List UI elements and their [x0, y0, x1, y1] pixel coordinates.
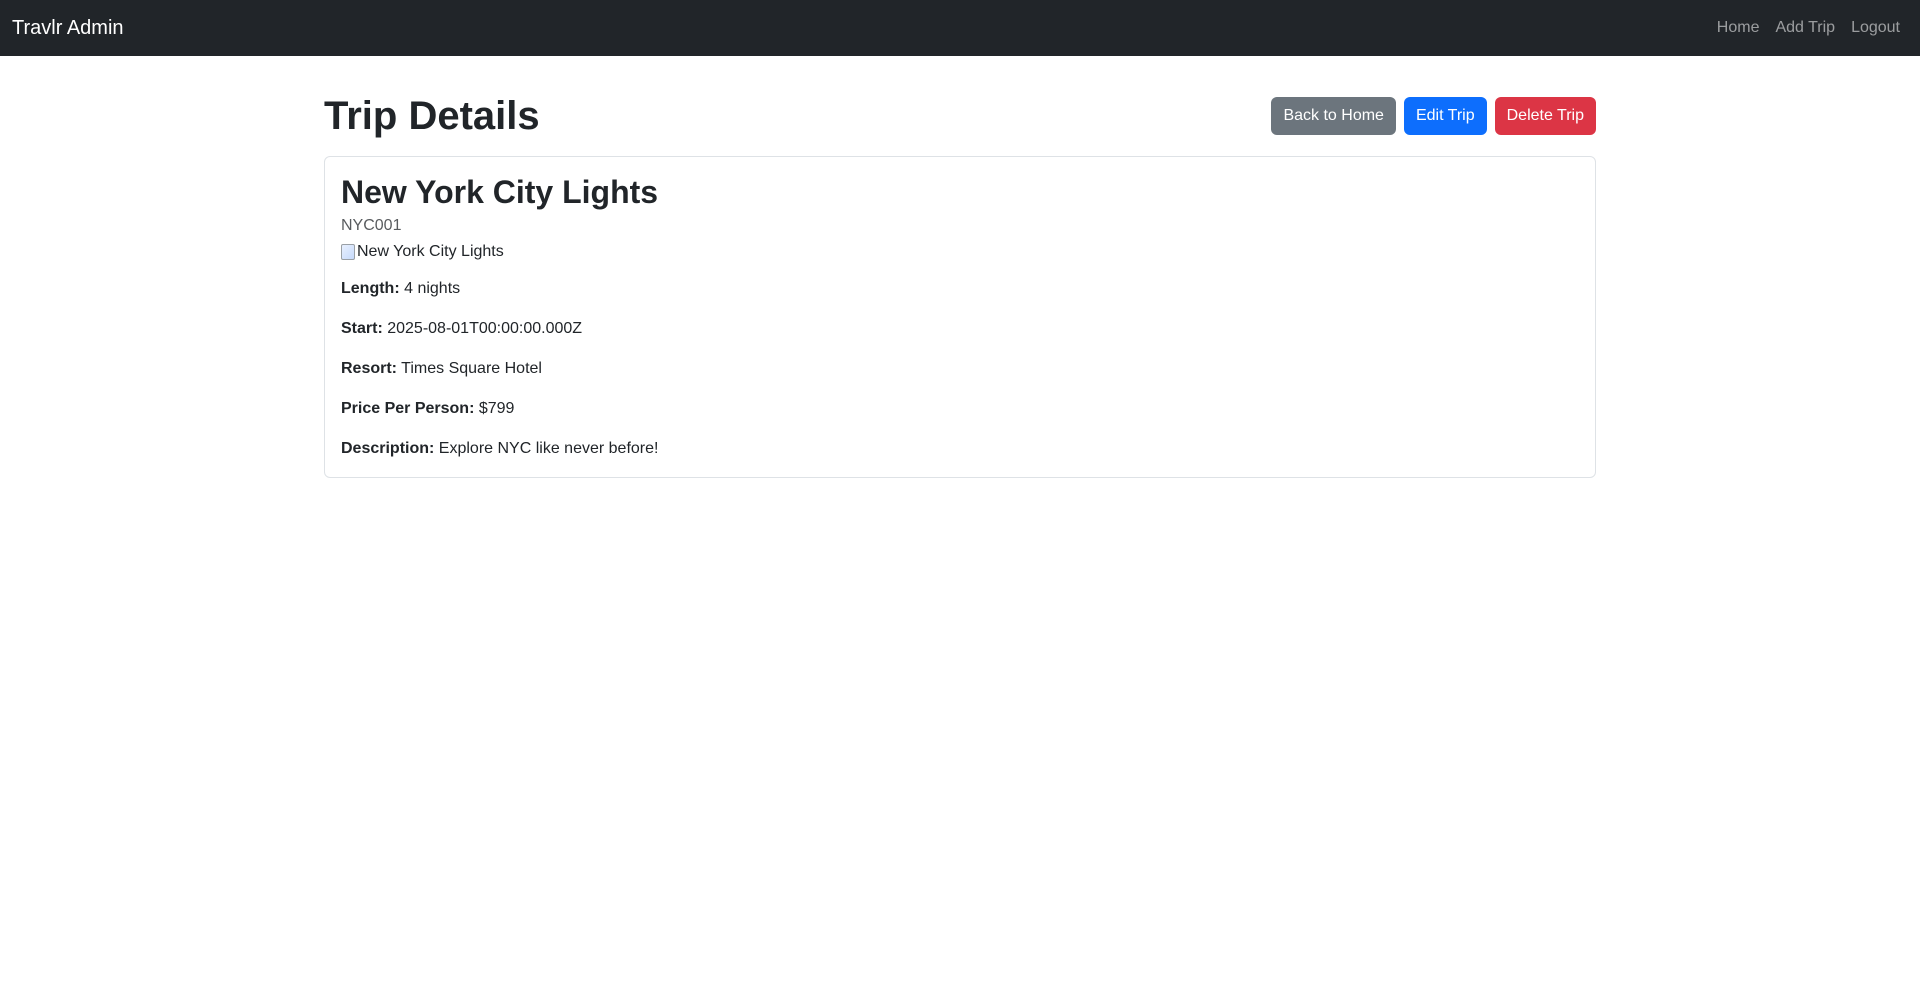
- action-buttons: Back to Home Edit Trip Delete Trip: [1271, 97, 1596, 135]
- detail-label: Price Per Person:: [341, 400, 475, 418]
- detail-resort: Resort: Times Square Hotel: [341, 357, 1579, 381]
- trip-name: New York City Lights: [341, 174, 659, 210]
- trip-image-alt: New York City Lights: [357, 243, 504, 261]
- detail-label: Resort:: [341, 360, 398, 378]
- header-row: Trip Details Back to Home Edit Trip Dele…: [324, 92, 1596, 140]
- detail-value: Times Square Hotel: [401, 360, 542, 378]
- main-container: Trip Details Back to Home Edit Trip Dele…: [324, 56, 1596, 479]
- nav-add-trip-link[interactable]: Add Trip: [1775, 19, 1835, 37]
- page-title: Trip Details: [324, 94, 540, 138]
- detail-length: Length: 4 nights: [341, 277, 1579, 301]
- detail-label: Length:: [341, 280, 400, 298]
- detail-value: Explore NYC like never before!: [438, 440, 659, 458]
- detail-label: Description:: [341, 440, 435, 458]
- back-to-home-button[interactable]: Back to Home: [1271, 97, 1396, 135]
- detail-price: Price Per Person: $799: [341, 397, 1579, 421]
- detail-label: Start:: [341, 320, 383, 338]
- top-navbar: Travlr Admin Home Add Trip Logout: [0, 0, 1920, 56]
- detail-value: 2025-08-01T00:00:00.000Z: [387, 320, 583, 338]
- trip-code: NYC001: [341, 217, 402, 235]
- nav-logout-link[interactable]: Logout: [1851, 19, 1900, 37]
- nav-home-link[interactable]: Home: [1717, 19, 1760, 37]
- detail-value: 4 nights: [404, 280, 461, 298]
- broken-image-icon: [341, 244, 355, 261]
- trip-image: New York City Lights: [341, 243, 504, 261]
- trip-card: New York City Lights NYC001 New York Cit…: [324, 156, 1596, 479]
- nav-links: Home Add Trip Logout: [1717, 19, 1908, 37]
- edit-trip-button[interactable]: Edit Trip: [1403, 97, 1487, 135]
- detail-start: Start: 2025-08-01T00:00:00.000Z: [341, 317, 1579, 341]
- brand-link[interactable]: Travlr Admin: [12, 17, 124, 40]
- detail-value: $799: [478, 400, 515, 418]
- delete-trip-button[interactable]: Delete Trip: [1494, 97, 1596, 135]
- detail-description: Description: Explore NYC like never befo…: [341, 437, 1579, 461]
